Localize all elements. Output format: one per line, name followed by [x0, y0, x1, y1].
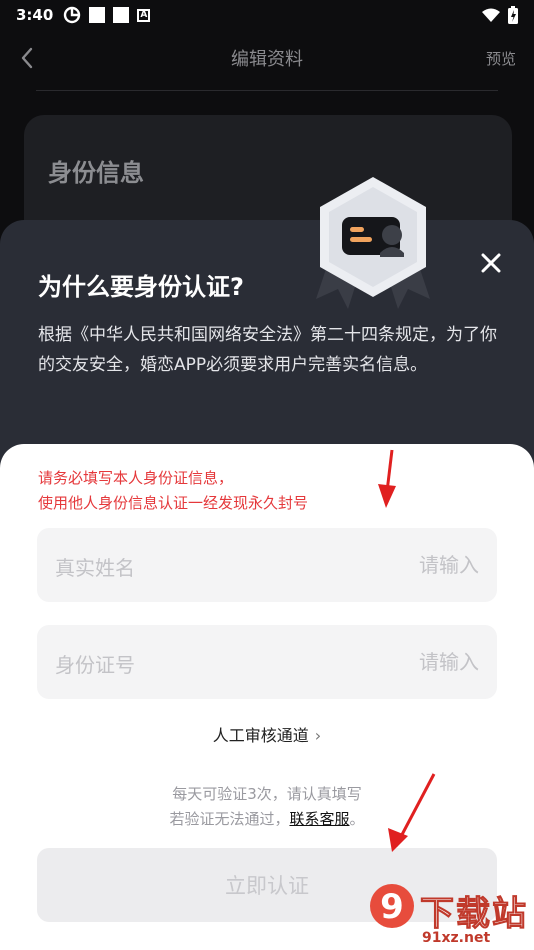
status-time: 3:40 — [16, 6, 54, 24]
notification-icon — [113, 7, 130, 23]
sync-icon — [64, 6, 81, 24]
wifi-icon — [482, 8, 500, 22]
logo-text: 9 — [380, 887, 404, 927]
warning-line: 使用他人身份信息认证一经发现永久封号 — [38, 494, 309, 512]
page-title: 编辑资料 — [231, 49, 303, 70]
logo-icon: 9 — [370, 884, 414, 928]
battery-icon — [508, 6, 518, 24]
divider — [36, 90, 498, 91]
hint-line: 每天可验证3次，请认真填写 — [172, 785, 362, 803]
real-name-field[interactable]: 真实姓名 — [37, 528, 497, 602]
warning-line: 请务必填写本人身份证信息， — [38, 469, 234, 487]
contact-support-link[interactable]: 联系客服 — [289, 810, 349, 828]
hint-line: 若验证无法通过，联系客服。 — [169, 810, 365, 828]
nav-bar: 编辑资料 预览 — [0, 36, 534, 80]
warning-text: 请务必填写本人身份证信息， 使用他人身份信息认证一经发现永久封号 — [38, 466, 308, 516]
real-name-input[interactable] — [299, 546, 479, 584]
notification-icon — [89, 7, 106, 23]
status-bar: 3:40 A — [0, 0, 534, 30]
hint-text: 每天可验证3次，请认真填写 若验证无法通过，联系客服。 — [0, 782, 534, 832]
sheet-description: 根据《中华人民共和国网络安全法》第二十四条规定，为了你的交友安全，婚恋APP必须… — [38, 325, 497, 375]
watermark-url: 91xz.net — [422, 930, 491, 946]
id-number-input[interactable] — [299, 643, 479, 681]
field-label: 身份证号 — [55, 653, 135, 677]
watermark-text: 下载站 — [420, 894, 528, 935]
preview-button[interactable]: 预览 — [486, 48, 516, 69]
chevron-right-icon: › — [314, 726, 322, 745]
card-title: 身份信息 — [48, 159, 144, 187]
watermark: 9 下载站 91xz.net — [362, 876, 534, 950]
verification-form: 请务必填写本人身份证信息， 使用他人身份信息认证一经发现永久封号 真实姓名 身份… — [0, 444, 534, 950]
field-label: 真实姓名 — [55, 556, 135, 580]
notification-a-icon: A — [137, 8, 151, 22]
id-number-field[interactable]: 身份证号 — [37, 625, 497, 699]
back-arrow-icon[interactable] — [14, 44, 42, 72]
id-card-badge-icon — [316, 177, 430, 309]
manual-review-link[interactable]: 人工审核通道 › — [0, 722, 534, 746]
close-icon[interactable] — [478, 250, 504, 276]
sheet-title: 为什么要身份认证? — [38, 273, 244, 301]
manual-review-label: 人工审核通道 — [212, 726, 309, 745]
